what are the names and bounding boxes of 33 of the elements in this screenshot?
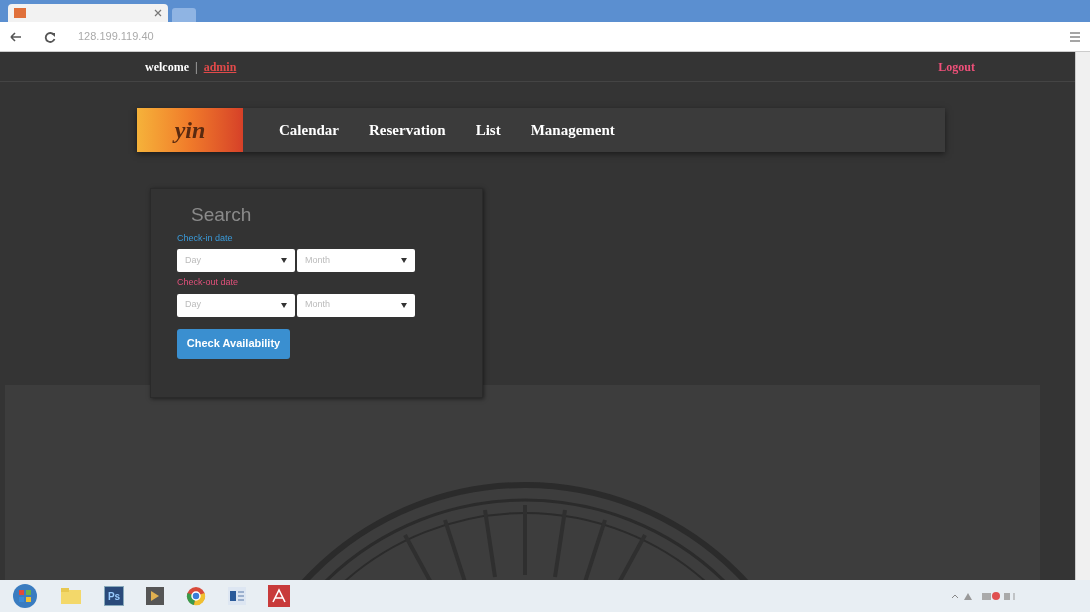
select-field[interactable]: Month — [297, 249, 415, 272]
dropdown-icon — [281, 302, 287, 308]
user-link[interactable]: admin — [203, 57, 237, 76]
welcome-text: welcome — [145, 58, 189, 76]
select-field[interactable]: Day — [177, 293, 295, 317]
check-availability-button[interactable]: Check Availability — [177, 328, 290, 359]
nav-link[interactable]: Reservation — [369, 118, 446, 142]
separator-text: | — [195, 58, 198, 76]
close-icon[interactable] — [154, 9, 162, 17]
menu-icon[interactable] — [1070, 31, 1080, 42]
document-icon[interactable] — [228, 587, 246, 605]
browser-tab[interactable] — [8, 4, 168, 22]
nav-link[interactable]: Calendar — [279, 118, 339, 142]
start-icon[interactable] — [12, 583, 38, 609]
select-field[interactable]: Month — [297, 293, 415, 317]
logout-link[interactable]: Logout — [938, 57, 975, 76]
photo-editor-icon[interactable]: Ps — [104, 586, 124, 606]
dropdown-icon — [401, 258, 407, 263]
pdf-icon[interactable] — [268, 585, 290, 607]
date-label: Check-out date — [177, 276, 240, 289]
select-field[interactable]: Day — [177, 249, 295, 272]
nav-link[interactable]: List — [475, 118, 501, 142]
nav-link[interactable]: Management — [530, 118, 615, 142]
back-icon[interactable] — [10, 31, 22, 42]
media-icon[interactable] — [146, 587, 164, 605]
favicon-icon — [14, 8, 26, 18]
dropdown-icon — [281, 258, 287, 263]
date-label: Check-in date — [177, 231, 234, 245]
reload-icon[interactable] — [44, 30, 56, 43]
search-title: Search — [191, 203, 253, 227]
dropdown-icon — [401, 302, 407, 308]
logo[interactable]: yin — [137, 108, 243, 152]
browser-icon[interactable] — [186, 586, 206, 606]
